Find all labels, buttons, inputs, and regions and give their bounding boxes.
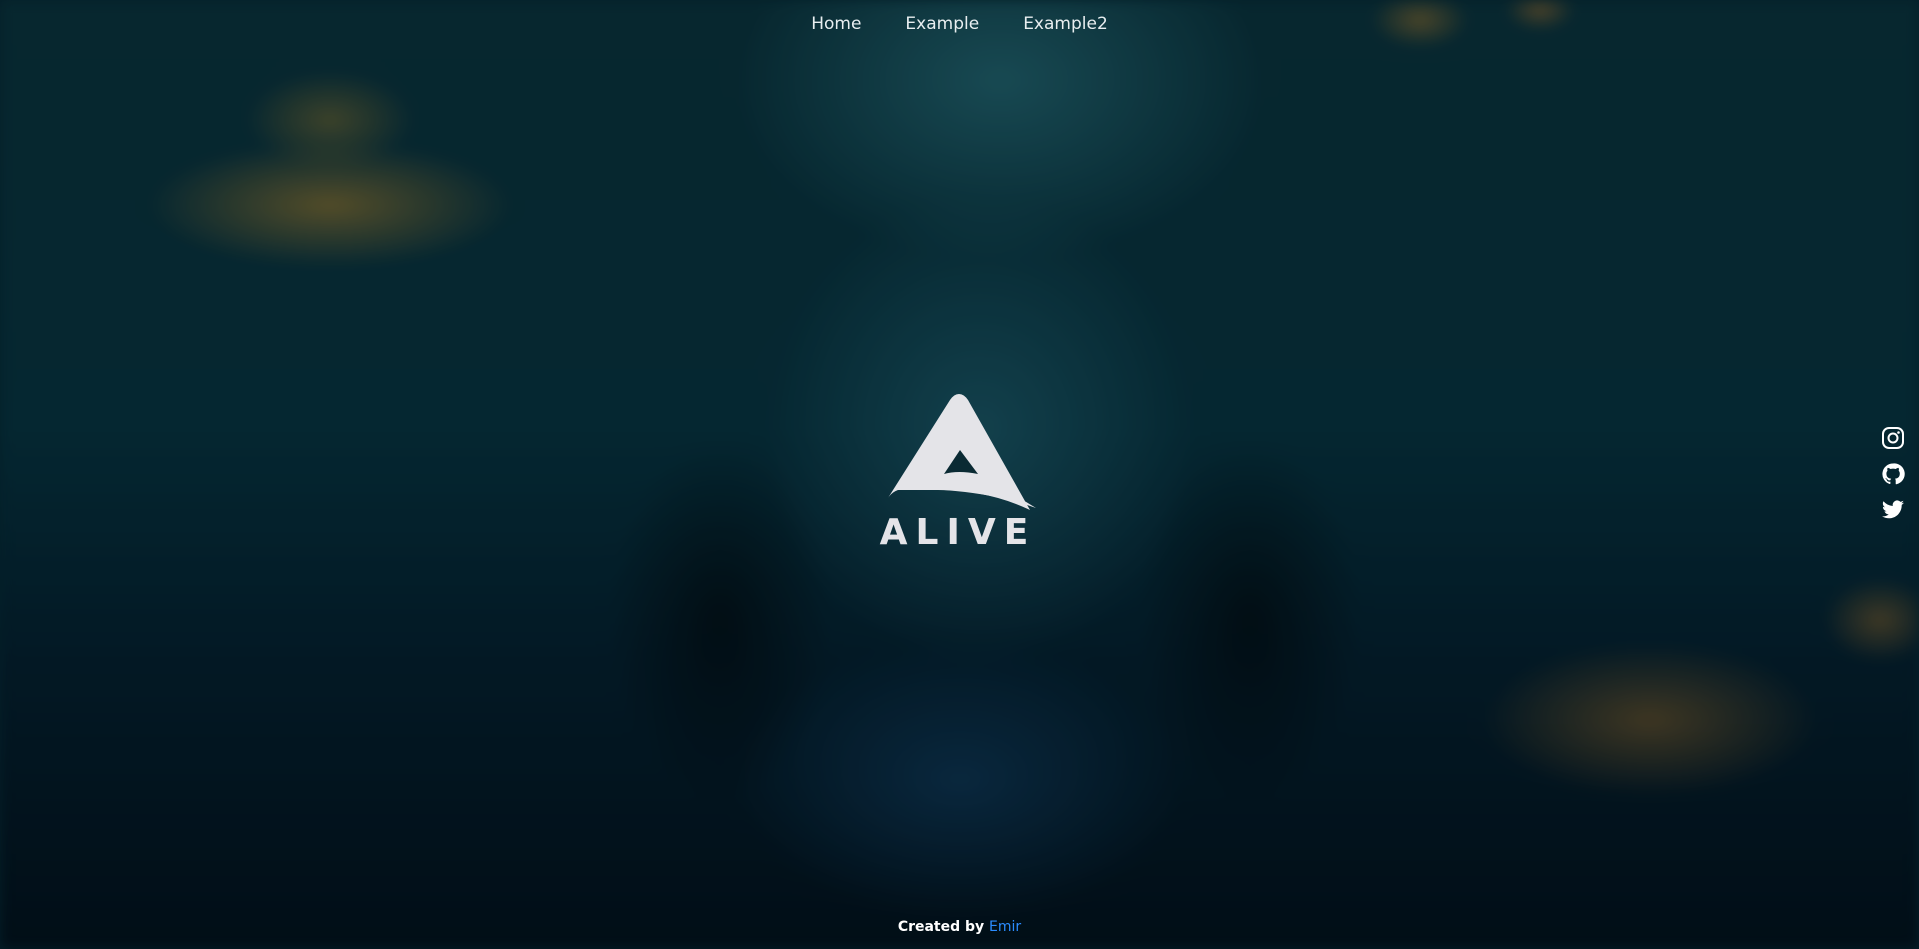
instagram-icon[interactable] [1881,426,1905,450]
social-links [1881,426,1905,522]
nav-link-example[interactable]: Example [905,14,979,34]
footer-credit-label: Created by [897,919,985,935]
github-icon[interactable] [1881,462,1905,486]
top-nav: Home Example Example2 [0,14,1919,34]
page: Home Example Example2 ALIVE Created by E… [0,0,1919,949]
nav-link-example2[interactable]: Example2 [1023,14,1108,34]
footer: Created by Emir [0,919,1919,935]
nav-link-home[interactable]: Home [811,14,861,34]
twitter-icon[interactable] [1881,498,1905,522]
logo-text: ALIVE [879,512,1037,553]
footer-author-link[interactable]: Emir [989,919,1021,935]
